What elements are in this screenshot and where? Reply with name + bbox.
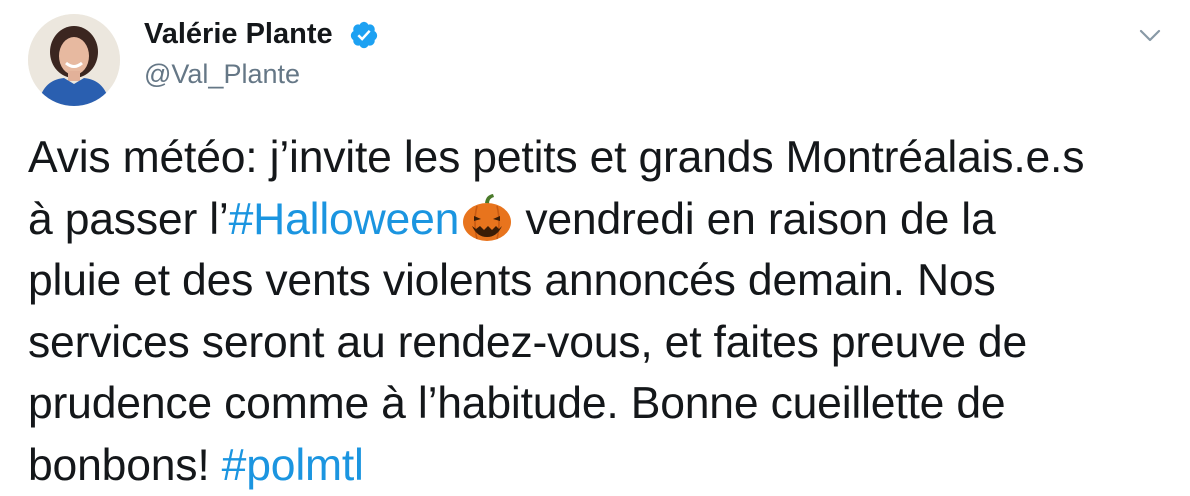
avatar[interactable] bbox=[28, 14, 120, 106]
author-display-name[interactable]: Valérie Plante bbox=[144, 16, 333, 52]
tweet-text-segment: vendredi en raison de la bbox=[513, 194, 996, 244]
tweet-line: prudence comme à l’habitude. Bonne cueil… bbox=[28, 379, 1006, 428]
tweet-text-segment: bonbons! bbox=[28, 440, 222, 490]
tweet-line: bonbons! #polmtl bbox=[28, 435, 1178, 496]
chevron-down-icon[interactable] bbox=[1137, 22, 1163, 48]
avatar-image bbox=[28, 14, 120, 106]
tweet-text: Avis météo: j’invite les petits et grand… bbox=[28, 127, 1178, 496]
hashtag-link-polmtl[interactable]: #polmtl bbox=[222, 441, 364, 490]
tweet-line: Avis météo: j’invite les petits et grand… bbox=[28, 133, 1085, 182]
author-handle[interactable]: @Val_Plante bbox=[144, 57, 300, 91]
tweet-line: pluie et des vents violents annoncés dem… bbox=[28, 256, 996, 305]
hashtag-link-halloween[interactable]: #Halloween bbox=[229, 195, 460, 244]
tweet-line: à passer l’#Halloween vendredi en raison… bbox=[28, 189, 1178, 251]
jack-o-lantern-emoji bbox=[463, 193, 512, 241]
verified-badge-icon bbox=[350, 21, 378, 49]
tweet-line: services seront au rendez-vous, et faite… bbox=[28, 317, 1028, 367]
tweet-text-segment: à passer l’ bbox=[28, 194, 229, 244]
